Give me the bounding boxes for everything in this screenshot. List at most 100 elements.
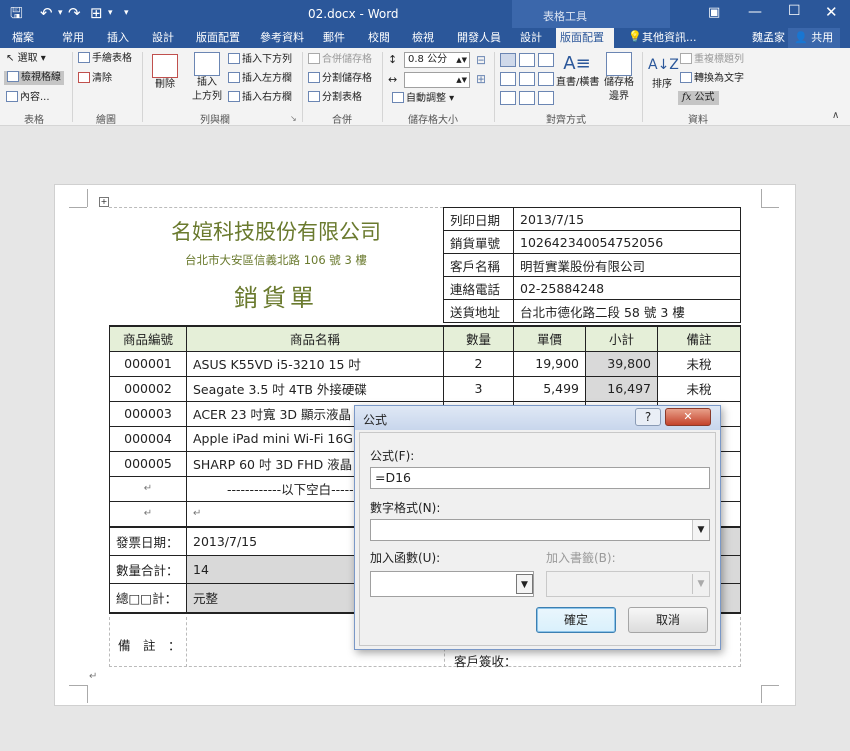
align-middle-center-icon[interactable] — [519, 72, 535, 86]
insert-below-button[interactable]: 插入下方列 — [228, 53, 292, 67]
sort-button[interactable]: A↓Z 排序 — [648, 52, 679, 92]
collapse-ribbon-icon[interactable]: ∧ — [832, 110, 839, 121]
align-middle-right-icon[interactable] — [538, 72, 554, 86]
distribute-rows-icon[interactable]: ⊟ — [476, 53, 486, 67]
align-bottom-center-icon[interactable] — [519, 91, 535, 105]
undo-dropdown-icon[interactable]: ▾ — [58, 4, 63, 22]
eraser-icon — [78, 72, 90, 83]
user-name[interactable]: 魏孟家 — [748, 28, 789, 48]
text-direction-button[interactable]: A≡ 直書/橫書 — [556, 52, 599, 90]
item-code[interactable]: 000004 — [109, 425, 187, 452]
tab-design[interactable]: 設計 — [148, 28, 178, 48]
split-cells-button[interactable]: 分割儲存格 — [308, 72, 372, 86]
split-table-button[interactable]: 分割表格 — [308, 91, 362, 105]
number-format-select[interactable]: ▼ — [370, 519, 710, 541]
info-value[interactable]: 102642340054752056 — [513, 230, 741, 254]
share-button[interactable]: 👤 共用 — [788, 28, 840, 48]
insert-left-button[interactable]: 插入左方欄 — [228, 72, 292, 86]
align-middle-left-icon[interactable] — [500, 72, 516, 86]
paste-function-select[interactable]: ▼ — [370, 571, 534, 597]
maximize-icon[interactable]: ☐ — [788, 3, 801, 19]
info-value[interactable]: 2013/7/15 — [513, 207, 741, 231]
item-subtotal[interactable]: 39,800 — [585, 350, 658, 377]
tab-table-layout[interactable]: 版面配置 — [556, 28, 614, 48]
draw-table-button[interactable]: 手繪表格 — [78, 52, 132, 66]
chevron-down-icon[interactable]: ▼ — [516, 574, 533, 594]
info-value[interactable]: 明哲實業股份有限公司 — [513, 253, 741, 277]
save-icon[interactable]: 🖫 — [10, 4, 23, 22]
empty-cell[interactable]: ↵ — [109, 475, 187, 502]
tab-view[interactable]: 檢視 — [408, 28, 438, 48]
formula-button[interactable]: fx 公式 — [678, 91, 719, 105]
item-price[interactable]: 5,499 — [513, 375, 586, 402]
item-qty[interactable]: 2 — [443, 350, 514, 377]
merge-cells-button[interactable]: 合併儲存格 — [308, 53, 372, 67]
item-code[interactable]: 000003 — [109, 400, 187, 427]
tab-table-design[interactable]: 設計 — [516, 28, 546, 48]
properties-button[interactable]: 內容... — [6, 91, 50, 105]
ribbon-display-icon[interactable]: ▣ — [708, 5, 720, 20]
redo-icon[interactable]: ↷ — [68, 4, 81, 22]
delete-button[interactable]: 刪除 — [150, 54, 180, 92]
qat-dropdown-icon[interactable]: ▾ — [108, 4, 113, 22]
insert-right-button[interactable]: 插入右方欄 — [228, 91, 292, 105]
qty-total-label: 數量合計： — [109, 554, 187, 584]
tab-file[interactable]: 檔案 — [8, 28, 38, 48]
ok-button[interactable]: 確定 — [536, 607, 616, 633]
info-value[interactable]: 台北市德化路二段 58 號 3 樓 — [513, 299, 741, 323]
row-height-input[interactable]: 0.8 公分 ▲▼ — [404, 52, 470, 68]
item-subtotal[interactable]: 16,497 — [585, 375, 658, 402]
column-width-input[interactable]: ▲▼ — [404, 72, 470, 88]
chevron-down-icon[interactable]: ▼ — [692, 520, 709, 540]
item-price[interactable]: 19,900 — [513, 350, 586, 377]
align-bottom-right-icon[interactable] — [538, 91, 554, 105]
table-move-handle-icon[interactable]: + — [99, 197, 109, 207]
close-button[interactable]: ✕ — [665, 408, 711, 426]
tab-mailings[interactable]: 郵件 — [319, 28, 349, 48]
align-bottom-left-icon[interactable] — [500, 91, 516, 105]
item-code[interactable]: 000001 — [109, 350, 187, 377]
insert-above-label-1: 插入 — [197, 77, 217, 88]
cell-margins-button[interactable]: 儲存格 邊界 — [602, 52, 636, 104]
chevron-down-icon[interactable]: ▼ — [692, 574, 709, 594]
tab-layout[interactable]: 版面配置 — [192, 28, 244, 48]
info-value[interactable]: 02-25884248 — [513, 276, 741, 300]
view-gridlines-button[interactable]: 檢視格線 — [4, 71, 64, 85]
convert-to-text-button[interactable]: 轉換為文字 — [680, 72, 744, 86]
tab-review[interactable]: 校閱 — [364, 28, 394, 48]
tab-references[interactable]: 參考資料 — [256, 28, 308, 48]
empty-cell[interactable]: ↵ — [109, 500, 187, 527]
tab-developer[interactable]: 開發人員 — [453, 28, 505, 48]
eraser-button[interactable]: 清除 — [78, 72, 112, 86]
item-name[interactable]: Seagate 3.5 吋 4TB 外接硬碟 — [186, 375, 444, 402]
item-qty[interactable]: 3 — [443, 375, 514, 402]
tell-me-box[interactable]: 其他資訊... — [638, 28, 701, 48]
item-remark[interactable]: 未稅 — [657, 350, 741, 377]
paste-bookmark-select[interactable]: ▼ — [546, 571, 710, 597]
customize-qat-icon[interactable]: ▾ — [124, 4, 129, 22]
align-top-center-icon[interactable] — [519, 53, 535, 67]
help-button[interactable]: ? — [635, 408, 661, 426]
undo-icon[interactable]: ↶ — [40, 4, 53, 22]
item-name[interactable]: ASUS K55VD i5-3210 15 吋 — [186, 350, 444, 377]
formula-input[interactable]: =D16 — [370, 467, 710, 489]
cancel-button[interactable]: 取消 — [628, 607, 708, 633]
select-button[interactable]: ↖ 選取 ▾ — [6, 52, 46, 66]
table-grid-icon[interactable]: ⊞ — [90, 4, 103, 22]
repeat-header-button[interactable]: 重複標題列 — [680, 53, 744, 67]
autofit-button[interactable]: 自動調整 ▾ — [392, 92, 454, 106]
minimize-icon[interactable]: — — [748, 4, 762, 20]
item-code[interactable]: 000002 — [109, 375, 187, 402]
insert-above-button[interactable]: 插入 上方列 — [190, 52, 224, 104]
company-address: 台北市大安區信義北路 106 號 3 樓 — [185, 253, 367, 267]
distribute-columns-icon[interactable]: ⊞ — [476, 72, 486, 86]
align-top-right-icon[interactable] — [538, 53, 554, 67]
tab-home[interactable]: 常用 — [58, 28, 88, 48]
item-remark[interactable]: 未稅 — [657, 375, 741, 402]
paste-function-label: 加入函數(U): — [370, 551, 441, 565]
dialog-launcher-icon[interactable]: ↘ — [290, 114, 297, 123]
close-icon[interactable]: ✕ — [825, 3, 838, 21]
item-code[interactable]: 000005 — [109, 450, 187, 477]
align-top-left-icon[interactable] — [500, 53, 516, 67]
tab-insert[interactable]: 插入 — [103, 28, 133, 48]
